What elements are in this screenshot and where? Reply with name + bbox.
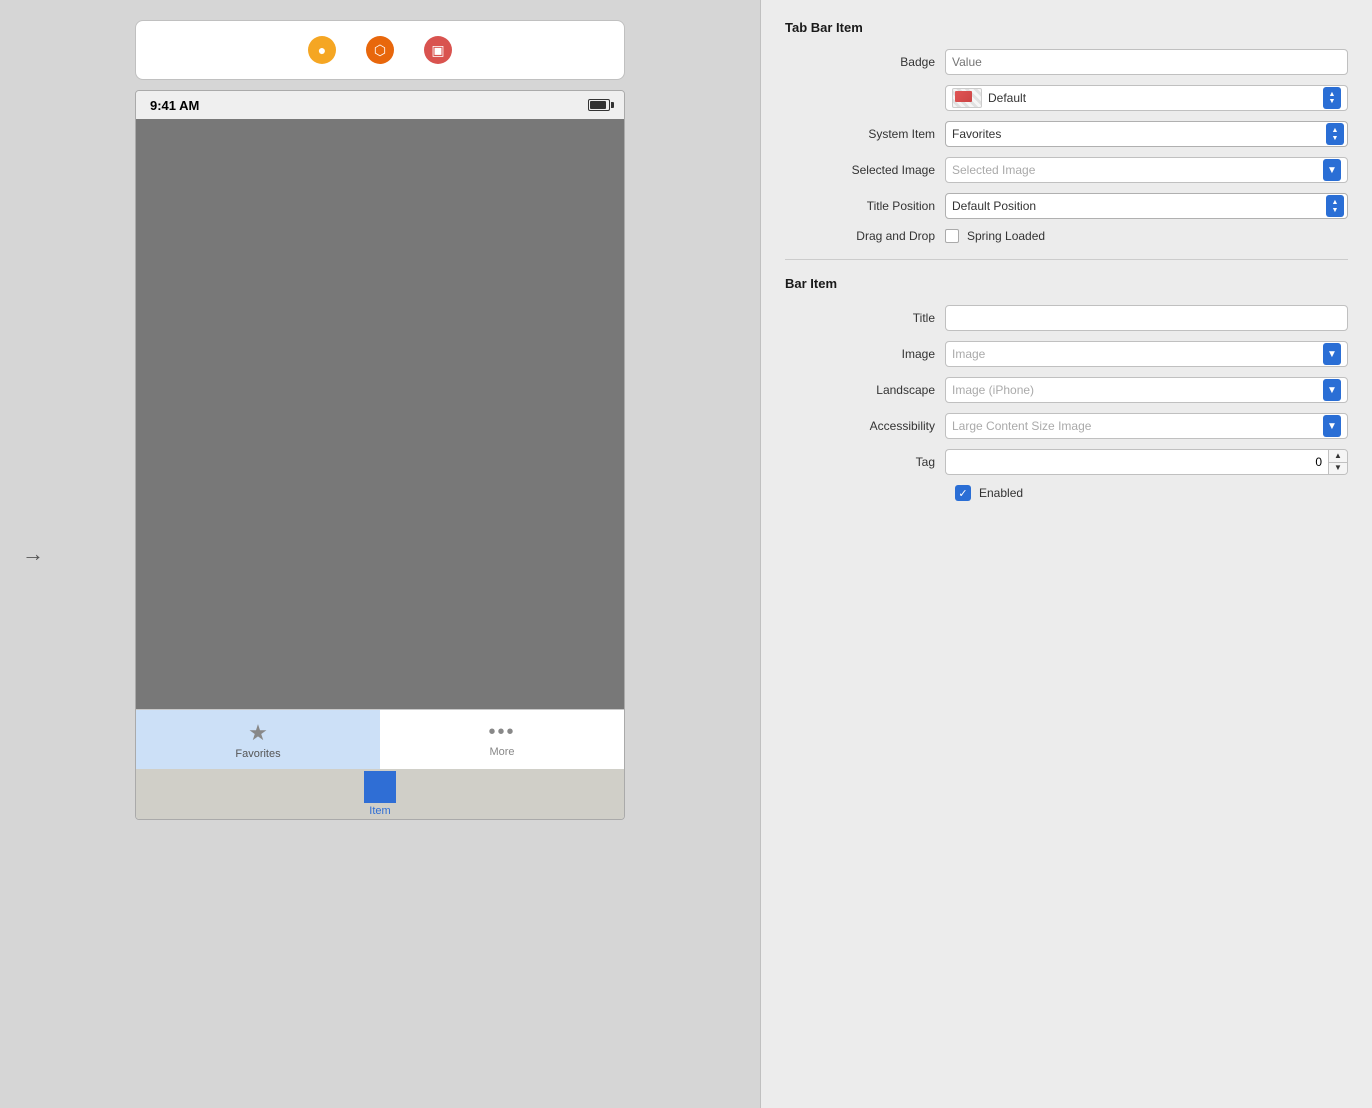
- enabled-checkbox[interactable]: ✓: [955, 485, 971, 501]
- title-position-row: Title Position Default Position ▲ ▼: [785, 193, 1348, 219]
- iphone-content-area: [136, 119, 624, 709]
- drag-drop-control: Spring Loaded: [945, 229, 1348, 243]
- toolbar-icon-2[interactable]: ⬡: [366, 36, 394, 64]
- landscape-dropdown-btn[interactable]: ▼: [1323, 379, 1341, 401]
- tag-stepper: 0 ▲ ▼: [945, 449, 1348, 475]
- tag-row: Tag 0 ▲ ▼: [785, 449, 1348, 475]
- color-default-control[interactable]: Default ▲ ▼: [945, 85, 1348, 111]
- tab-favorites[interactable]: ★ Favorites: [136, 710, 380, 769]
- tag-decrement-button[interactable]: ▼: [1329, 463, 1347, 475]
- title-input[interactable]: [945, 305, 1348, 331]
- tag-label: Tag: [785, 455, 945, 469]
- accessibility-row: Accessibility Large Content Size Image ▼: [785, 413, 1348, 439]
- image-control[interactable]: Image ▼: [945, 341, 1348, 367]
- badge-input[interactable]: [945, 49, 1348, 75]
- accessibility-control-wrapper: Large Content Size Image ▼: [945, 413, 1348, 439]
- system-item-select-wrapper: Favorites ▲ ▼: [945, 121, 1348, 147]
- image-control-wrapper: Image ▼: [945, 341, 1348, 367]
- system-item-row: System Item Favorites ▲ ▼: [785, 121, 1348, 147]
- drag-drop-row: Drag and Drop Spring Loaded: [785, 229, 1348, 243]
- system-item-select[interactable]: Favorites: [945, 121, 1348, 147]
- selected-image-placeholder: Selected Image: [952, 163, 1323, 177]
- bar-item-section-title: Bar Item: [785, 276, 1348, 291]
- color-row: Default ▲ ▼: [785, 85, 1348, 111]
- color-dropdown-btn[interactable]: ▲ ▼: [1323, 87, 1341, 109]
- toolbar: ● ⬡ ▣: [135, 20, 625, 80]
- tab-more[interactable]: ••• More: [380, 710, 624, 769]
- selected-image-dropdown-btn[interactable]: ▼: [1323, 159, 1341, 181]
- star-icon: ★: [248, 720, 268, 746]
- chevron-down-icon: ▼: [1327, 385, 1337, 396]
- accessibility-dropdown-btn[interactable]: ▼: [1323, 415, 1341, 437]
- left-panel: ● ⬡ ▣ → 9:41 AM ★ Favorites •••: [0, 0, 760, 1108]
- chevron-down-icon: ▼: [1327, 421, 1337, 432]
- toolbar-icon-1-glyph: ●: [318, 42, 326, 58]
- chevron-down-icon: ▼: [1329, 98, 1336, 105]
- badge-row: Badge: [785, 49, 1348, 75]
- iphone-simulator: 9:41 AM ★ Favorites ••• More Item: [135, 90, 625, 820]
- selected-image-control[interactable]: Selected Image ▼: [945, 157, 1348, 183]
- selected-image-label: Selected Image: [785, 163, 945, 177]
- battery-icon: [588, 99, 610, 111]
- chevron-up-icon: ▲: [1329, 91, 1336, 98]
- chevron-down-icon: ▼: [1327, 349, 1337, 360]
- bottom-square-icon: [364, 771, 396, 803]
- enabled-row: ✓ Enabled: [955, 485, 1348, 501]
- bottom-bar: Item: [136, 769, 624, 819]
- accessibility-label: Accessibility: [785, 419, 945, 433]
- tag-increment-button[interactable]: ▲: [1329, 450, 1347, 463]
- landscape-control[interactable]: Image (iPhone) ▼: [945, 377, 1348, 403]
- title-input-wrapper: [945, 305, 1348, 331]
- spring-loaded-checkbox[interactable]: [945, 229, 959, 243]
- image-dropdown-btn[interactable]: ▼: [1323, 343, 1341, 365]
- drag-drop-label: Drag and Drop: [785, 229, 945, 243]
- title-position-wrapper: Default Position ▲ ▼: [945, 193, 1348, 219]
- tag-input[interactable]: 0: [945, 449, 1328, 475]
- image-label: Image: [785, 347, 945, 361]
- spring-loaded-label: Spring Loaded: [967, 229, 1045, 243]
- tab-bar: ★ Favorites ••• More: [136, 709, 624, 769]
- selected-image-row: Selected Image Selected Image ▼: [785, 157, 1348, 183]
- tab-favorites-label: Favorites: [235, 748, 280, 760]
- tag-stepper-buttons: ▲ ▼: [1328, 449, 1348, 475]
- status-time: 9:41 AM: [150, 98, 199, 113]
- right-panel: Tab Bar Item Badge Default ▲ ▼ System It…: [760, 0, 1372, 1108]
- color-control-wrapper: Default ▲ ▼: [945, 85, 1348, 111]
- tab-bar-item-section-title: Tab Bar Item: [785, 20, 1348, 35]
- landscape-label: Landscape: [785, 383, 945, 397]
- section-divider: [785, 259, 1348, 260]
- title-row: Title: [785, 305, 1348, 331]
- segue-arrow: →: [22, 541, 44, 567]
- landscape-placeholder: Image (iPhone): [952, 383, 1323, 397]
- title-position-select[interactable]: Default Position: [945, 193, 1348, 219]
- toolbar-icon-1[interactable]: ●: [308, 36, 336, 64]
- image-row: Image Image ▼: [785, 341, 1348, 367]
- tab-more-label: More: [489, 746, 514, 758]
- badge-label: Badge: [785, 55, 945, 69]
- toolbar-icon-2-glyph: ⬡: [374, 42, 386, 59]
- color-swatch-icon: [952, 88, 982, 108]
- accessibility-control[interactable]: Large Content Size Image ▼: [945, 413, 1348, 439]
- dots-icon: •••: [488, 721, 515, 744]
- color-default-label: Default: [988, 91, 1317, 105]
- landscape-row: Landscape Image (iPhone) ▼: [785, 377, 1348, 403]
- accessibility-placeholder: Large Content Size Image: [952, 419, 1323, 433]
- title-position-label: Title Position: [785, 199, 945, 213]
- bottom-item-label: Item: [369, 805, 390, 817]
- enabled-label: Enabled: [979, 486, 1023, 500]
- title-label: Title: [785, 311, 945, 325]
- toolbar-icon-3[interactable]: ▣: [424, 36, 452, 64]
- status-bar: 9:41 AM: [136, 91, 624, 119]
- system-item-label: System Item: [785, 127, 945, 141]
- toolbar-icon-3-glyph: ▣: [431, 42, 444, 59]
- badge-input-wrapper: [945, 49, 1348, 75]
- image-placeholder: Image: [952, 347, 1323, 361]
- landscape-control-wrapper: Image (iPhone) ▼: [945, 377, 1348, 403]
- selected-image-wrapper: Selected Image ▼: [945, 157, 1348, 183]
- chevron-down-icon: ▼: [1327, 165, 1337, 176]
